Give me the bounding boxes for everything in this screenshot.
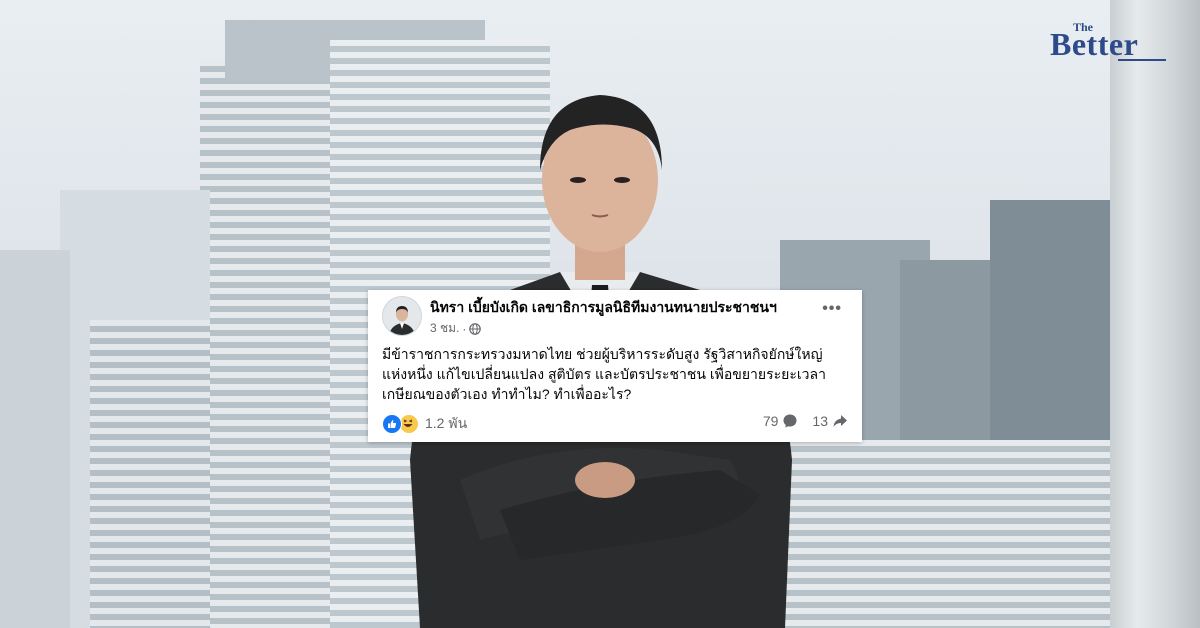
more-options-icon[interactable]: ••• xyxy=(822,300,842,318)
reactions-count: 1.2 พัน xyxy=(425,415,468,431)
avatar-person-icon xyxy=(383,297,421,335)
post-text-line: มีข้าราชการกระทรวงมหาดไทย ช่วยผู้บริหารร… xyxy=(382,346,823,362)
post-stats: 79 13 xyxy=(763,413,848,429)
facebook-post-card: นิทรา เบี้ยบังเกิด เลขาธิการมูลนิธิทีมงา… xyxy=(368,290,862,442)
post-text-line: เกษียณของตัวเอง ทำทำไม? ทำเพื่ออะไร? xyxy=(382,386,632,402)
meta-separator: · xyxy=(462,321,467,336)
share-icon xyxy=(833,415,847,427)
shares-stat[interactable]: 13 xyxy=(812,413,848,429)
post-text: มีข้าราชการกระทรวงมหาดไทย ช่วยผู้บริหารร… xyxy=(382,344,852,404)
comments-stat[interactable]: 79 xyxy=(763,413,799,429)
window-frame xyxy=(1110,0,1200,628)
logo-underline xyxy=(1118,59,1166,61)
post-author[interactable]: นิทรา เบี้ยบังเกิด เลขาธิการมูลนิธิทีมงา… xyxy=(430,297,777,319)
logo-better-text: Better xyxy=(1050,26,1139,62)
post-text-line: แห่งหนึ่ง แก้ไขเปลี่ยนแปลง สูติบัตร และบ… xyxy=(382,366,826,382)
comment-icon xyxy=(783,414,797,428)
post-time[interactable]: 3 ชม. xyxy=(430,319,459,338)
building xyxy=(90,320,210,628)
globe-icon xyxy=(469,322,482,335)
shares-count: 13 xyxy=(812,413,828,429)
reactions-summary[interactable]: 1.2 พัน xyxy=(382,413,467,435)
the-better-logo: The Better xyxy=(1050,20,1170,64)
post-meta: 3 ชม. · xyxy=(430,319,482,338)
building xyxy=(0,250,70,628)
comments-count: 79 xyxy=(762,413,779,429)
like-icon xyxy=(382,414,402,434)
haha-icon xyxy=(399,414,419,434)
building xyxy=(760,440,1110,628)
avatar[interactable] xyxy=(382,296,422,336)
